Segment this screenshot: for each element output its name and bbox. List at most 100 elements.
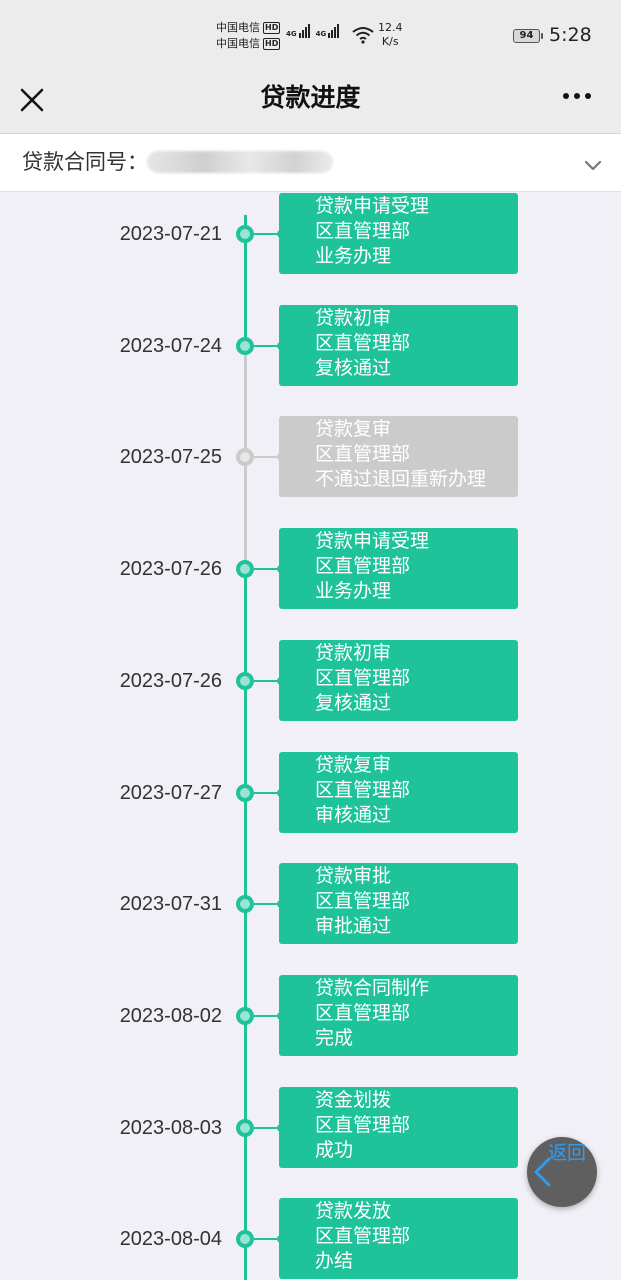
timeline-dept: 区直管理部 <box>315 1225 411 1248</box>
back-button[interactable]: 返回 <box>527 1137 597 1207</box>
timeline-step: 贷款审批 <box>315 865 392 888</box>
timeline-card[interactable]: 贷款复审 区直管理部 不通过退回重新办理 <box>279 416 518 498</box>
timeline-item: 2023-08-03 资金划拨 区直管理部 成功 <box>0 1086 621 1169</box>
timeline-card[interactable]: 贷款合同制作 区直管理部 完成 <box>279 974 518 1056</box>
timeline-result: 不通过退回重新办理 <box>315 468 487 491</box>
timeline-card[interactable]: 贷款复审 区直管理部 审核通过 <box>279 751 518 833</box>
timeline-result: 复核通过 <box>315 691 392 714</box>
network-speed: 12.4 K/s <box>378 21 403 49</box>
timeline-connector <box>254 900 285 909</box>
timeline-connector <box>254 230 285 238</box>
timeline-result: 审批通过 <box>315 915 392 938</box>
hd-badge-1: HD <box>263 22 281 34</box>
speed-value: 12.4 <box>378 21 403 34</box>
timeline-step: 贷款发放 <box>315 1200 392 1223</box>
carrier-name-1: 中国电信 <box>216 21 260 34</box>
timeline-date: 2023-07-27 <box>119 781 222 804</box>
timeline-dept: 区直管理部 <box>315 890 411 913</box>
timeline-dot <box>236 448 254 467</box>
timeline-result: 业务办理 <box>315 245 392 267</box>
timeline-card[interactable]: 贷款初审 区直管理部 复核通过 <box>279 639 518 721</box>
network-tag-2: 4G <box>315 30 327 38</box>
timeline-connector <box>254 341 285 350</box>
timeline-date: 2023-07-31 <box>119 893 222 916</box>
timeline-dot <box>236 1006 254 1025</box>
page-title: 贷款进度 <box>260 83 361 112</box>
contract-selector[interactable]: 贷款合同号： <box>0 134 621 192</box>
timeline-dot <box>236 560 254 579</box>
timeline-dept: 区直管理部 <box>315 666 411 689</box>
timeline-step: 贷款申请受理 <box>315 530 430 553</box>
timeline-date: 2023-07-26 <box>119 669 222 692</box>
timeline-card[interactable]: 贷款申请受理 区直管理部 业务办理 <box>279 528 518 610</box>
timeline-step: 贷款复审 <box>315 418 392 441</box>
timeline-result: 复核通过 <box>315 356 392 379</box>
timeline-date: 2023-08-04 <box>119 1228 222 1251</box>
network-tag-1: 4G <box>286 30 297 38</box>
timeline-result: 成功 <box>315 1138 354 1161</box>
timeline-connector <box>254 788 285 797</box>
timeline-date: 2023-07-24 <box>119 334 222 357</box>
timeline-item: 2023-08-04 贷款发放 区直管理部 办结 <box>0 1198 621 1280</box>
timeline-item: 2023-07-27 贷款复审 区直管理部 审核通过 <box>0 751 621 834</box>
timeline-step: 贷款初审 <box>315 306 392 329</box>
timeline-date: 2023-07-25 <box>119 446 222 469</box>
timeline-date: 2023-07-21 <box>119 223 222 245</box>
carrier-info: 中国电信 HD 中国电信 HD <box>216 20 281 52</box>
timeline-dot <box>236 336 254 355</box>
timeline-dept: 区直管理部 <box>315 331 411 354</box>
hd-badge-2: HD <box>263 38 281 50</box>
timeline-item: 2023-07-21 贷款申请受理 区直管理部业务办理 <box>0 193 621 275</box>
progress-timeline: 2023-07-21 贷款申请受理 区直管理部 业务办理 2023-07-24 贷款初审区… <box>0 193 621 1280</box>
timeline-connector <box>254 1123 285 1132</box>
contract-number-blurred <box>147 151 333 173</box>
timeline-item: 2023-07-25 贷款复审 区直管理部 不通过退回重新办理 <box>0 416 621 498</box>
timeline-card[interactable]: 贷款审批 区直管理部 审批通过 <box>279 863 518 945</box>
timeline-result: 业务办理 <box>315 580 392 603</box>
timeline-connector <box>254 1235 285 1244</box>
signal-icon: 4G 4G <box>286 24 340 38</box>
timeline-dept: 区直管理部 <box>315 1001 411 1024</box>
timeline-step: 资金划拨 <box>315 1088 392 1111</box>
battery-icon: 94 <box>513 29 543 43</box>
nav-bar: 贷款进度 <box>0 70 621 134</box>
timeline-card[interactable]: 贷款发放 区直管理部 办结 <box>279 1198 518 1280</box>
timeline-date: 2023-08-02 <box>119 1004 222 1027</box>
contract-label: 贷款合同号： <box>22 150 148 174</box>
timeline-dot <box>236 783 254 802</box>
timeline-result: 办结 <box>315 1250 354 1273</box>
timeline-item: 2023-07-26 贷款初审 区直管理部 复核通过 <box>0 639 621 722</box>
back-button-label: 返回 <box>548 1142 587 1164</box>
timeline-card[interactable]: 资金划拨 区直管理部 成功 <box>279 1086 518 1168</box>
timeline-item: 2023-07-31 贷款审批 区直管理部 审批通过 <box>0 863 621 945</box>
carrier-name-2: 中国电信 <box>216 37 260 50</box>
timeline-card[interactable]: 贷款初审 区直管理部 复核通过 <box>279 304 518 386</box>
clock: 5:28 <box>549 24 592 46</box>
timeline-dept: 区直管理部 <box>315 443 411 466</box>
timeline-connector <box>254 676 285 685</box>
timeline-dept: 区直管理部 <box>315 1113 411 1136</box>
timeline-dot <box>236 225 254 243</box>
timeline-item: 2023-08-02 贷款合同制作 区直管理部 完成 <box>0 974 621 1057</box>
speed-unit: K/s <box>381 35 399 48</box>
timeline-step: 贷款合同制作 <box>315 976 430 999</box>
timeline-dept: 区直管理部 <box>315 220 411 242</box>
more-icon[interactable] <box>556 84 600 114</box>
timeline-connector <box>254 453 285 462</box>
timeline-date: 2023-08-03 <box>119 1116 222 1139</box>
timeline-dept: 区直管理部 <box>315 555 411 578</box>
wifi-icon <box>352 27 374 44</box>
timeline-connector <box>254 1011 285 1020</box>
timeline-date: 2023-07-26 <box>119 558 222 581</box>
timeline-card[interactable]: 贷款申请受理 区直管理部业务办理 <box>279 193 518 274</box>
timeline-connector <box>254 565 285 574</box>
timeline-dot <box>236 1230 254 1249</box>
timeline-item: 2023-07-26 贷款申请受理 区直管理部 业务办理 <box>0 528 621 610</box>
timeline-step: 贷款申请受理 <box>315 195 430 217</box>
status-bar: 中国电信 HD 中国电信 HD 4G 4G 12.4 K/s 94 5:28 <box>0 0 621 70</box>
chevron-down-icon[interactable] <box>580 154 606 176</box>
timeline-step: 贷款复审 <box>315 753 392 776</box>
timeline-result: 完成 <box>315 1026 354 1049</box>
timeline-step: 贷款初审 <box>315 641 392 664</box>
timeline-dept: 区直管理部 <box>315 778 411 801</box>
